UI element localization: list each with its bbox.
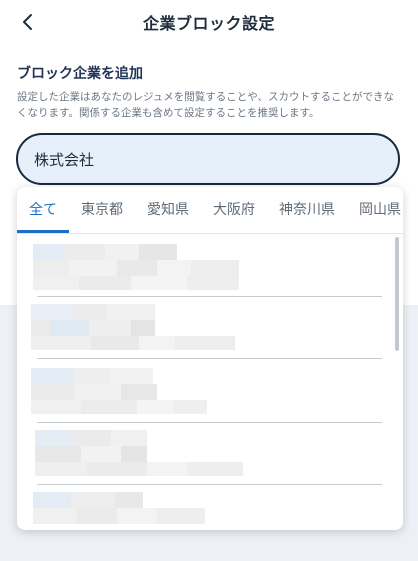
list-item[interactable]	[27, 302, 383, 356]
tab-kanagawa[interactable]: 神奈川県	[267, 187, 347, 233]
list-divider	[37, 296, 382, 297]
prefecture-tabs: 全て 東京都 愛知県 大阪府 神奈川県 岡山県	[17, 187, 403, 234]
blurred-company-name	[27, 366, 327, 420]
chevron-left-icon	[23, 14, 32, 30]
back-button[interactable]	[14, 8, 42, 36]
page-title: 企業ブロック設定	[142, 14, 275, 33]
search-results-dropdown: 全て 東京都 愛知県 大阪府 神奈川県 岡山県	[17, 187, 403, 530]
list-divider	[37, 484, 382, 485]
company-search-field[interactable]	[16, 133, 400, 185]
section-title: ブロック企業を追加	[17, 66, 143, 82]
list-item[interactable]	[27, 428, 383, 482]
blurred-company-name	[27, 490, 327, 530]
company-result-list	[17, 234, 403, 530]
tab-osaka[interactable]: 大阪府	[201, 187, 267, 233]
list-item[interactable]	[27, 242, 383, 296]
list-divider	[37, 358, 382, 359]
tab-okayama[interactable]: 岡山県	[347, 187, 403, 233]
blurred-company-name	[27, 242, 327, 296]
company-search-input[interactable]	[34, 150, 374, 168]
tab-aichi[interactable]: 愛知県	[135, 187, 201, 233]
list-divider	[37, 422, 382, 423]
tab-tokyo[interactable]: 東京都	[69, 187, 135, 233]
app-header: 企業ブロック設定	[0, 0, 418, 44]
tab-all[interactable]: 全て	[17, 187, 69, 233]
results-scrollbar[interactable]	[395, 237, 399, 351]
blurred-company-name	[27, 428, 327, 482]
section-description: 設定した企業はあなたのレジュメを閲覧することや、スカウトすることができなくなりま…	[17, 91, 394, 119]
list-item[interactable]	[27, 490, 383, 530]
list-item[interactable]	[27, 366, 383, 420]
blurred-company-name	[27, 302, 327, 356]
